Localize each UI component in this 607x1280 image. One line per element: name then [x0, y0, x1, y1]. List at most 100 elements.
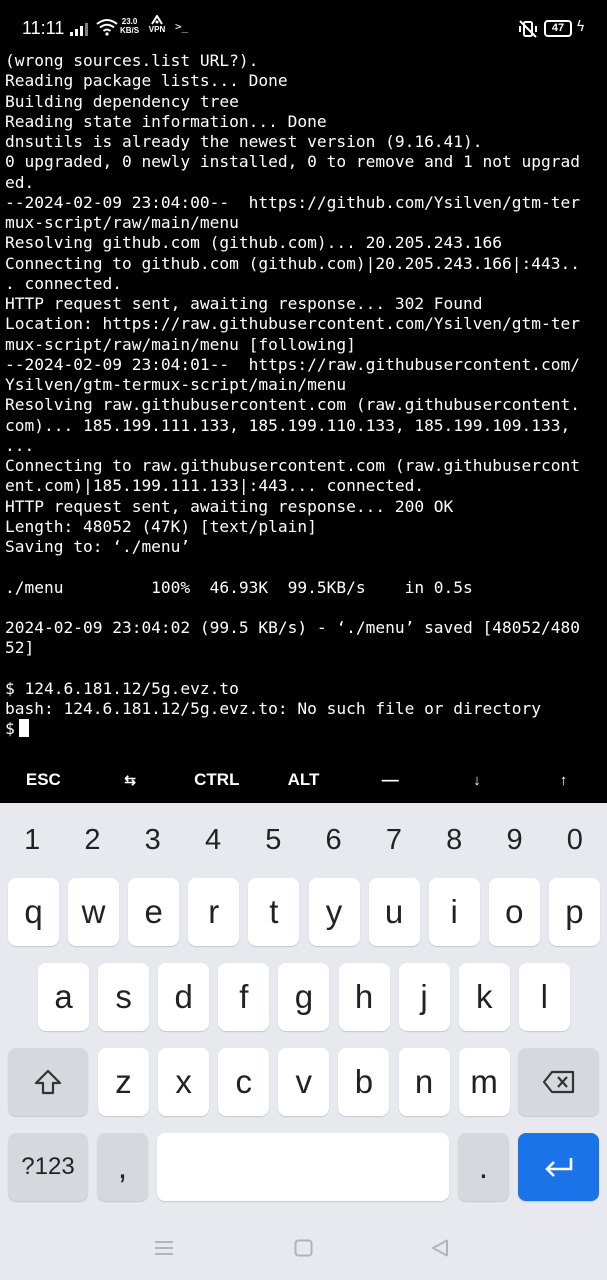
prompt-symbol: $	[5, 719, 15, 739]
letter-key[interactable]: z	[98, 1048, 149, 1116]
terminal-line: Connecting to github.com (github.com)|20…	[5, 253, 580, 273]
keyboard-row-1: qwertyuiop	[0, 878, 607, 946]
terminal-output[interactable]: (wrong sources.list URL?). Reading packag…	[5, 51, 605, 751]
letter-key[interactable]: n	[398, 1048, 450, 1116]
terminal-extra-keys: ESC ⇆ CTRL ALT — ↓ ↑	[0, 758, 607, 802]
status-bar: 11:11 23.0 KB/S VPN >_ 47 ϟ	[0, 0, 607, 56]
navigation-bar	[0, 1219, 607, 1280]
enter-icon	[544, 1158, 572, 1177]
speed-value: 23.0	[121, 17, 138, 26]
number-key[interactable]: 9	[485, 815, 545, 865]
number-key[interactable]: 6	[304, 815, 364, 865]
period-key[interactable]: .	[458, 1133, 509, 1201]
number-key[interactable]: 8	[424, 815, 484, 865]
network-speed: 23.0 KB/S	[120, 17, 139, 35]
number-key[interactable]: 3	[123, 815, 183, 865]
terminal-line: ed.	[5, 172, 35, 192]
terminal-line: dnsutils is already the newest version (…	[5, 132, 483, 151]
number-key[interactable]: 1	[2, 815, 62, 865]
wifi-icon	[96, 19, 118, 36]
letter-key[interactable]: c	[218, 1048, 270, 1116]
tab-key[interactable]: ⇆	[87, 758, 174, 802]
backspace-icon	[542, 1070, 574, 1094]
terminal-line: bash: 124.6.181.12/5g.evz.to: No such fi…	[5, 699, 542, 718]
terminal-line: --2024-02-09 23:04:01-- https://raw.gith…	[5, 354, 580, 374]
enter-key[interactable]	[518, 1133, 599, 1201]
terminal-line: Resolving github.com (github.com)... 20.…	[5, 233, 503, 253]
status-time: 11:11	[22, 18, 65, 38]
recent-apps-icon[interactable]	[154, 1239, 174, 1257]
letter-key[interactable]: h	[338, 963, 390, 1031]
letter-key[interactable]: e	[128, 878, 180, 946]
number-row: 1234567890	[0, 815, 607, 865]
esc-key[interactable]: ESC	[0, 758, 87, 802]
terminal-line: com)... 185.199.111.133, 185.199.110.133…	[5, 415, 571, 435]
terminal-line: ent.com)|185.199.111.133|:443... connect…	[5, 476, 425, 496]
letter-key[interactable]: f	[218, 963, 270, 1031]
terminal-line: HTTP request sent, awaiting response... …	[5, 294, 483, 313]
letter-key[interactable]: o	[488, 878, 540, 946]
terminal-line: Connecting to raw.githubusercontent.com …	[5, 456, 580, 475]
terminal-line: (wrong sources.list URL?).	[5, 51, 259, 70]
vpn-indicator: VPN	[147, 15, 167, 34]
soft-keyboard: 1234567890 qwertyuiop asdfghjkl zxcvbnm …	[0, 803, 607, 1219]
terminal-line: Location: https://raw.githubusercontent.…	[5, 314, 580, 334]
vibrate-mute-icon	[519, 20, 537, 38]
letter-key[interactable]: k	[458, 963, 510, 1031]
arrow-up-key[interactable]: ↑	[520, 758, 607, 802]
number-key[interactable]: 0	[545, 815, 605, 865]
letter-key[interactable]: m	[458, 1048, 510, 1116]
number-key[interactable]: 5	[243, 815, 303, 865]
letter-key[interactable]: u	[368, 878, 420, 946]
letter-key[interactable]: j	[398, 963, 450, 1031]
terminal-line: --2024-02-09 23:04:00-- https://github.c…	[5, 192, 580, 212]
terminal-line: HTTP request sent, awaiting response... …	[5, 496, 454, 516]
signal-icon	[70, 22, 88, 36]
terminal-line: Saving to: ‘./menu’	[5, 537, 191, 556]
letter-key[interactable]: y	[308, 878, 360, 946]
letter-key[interactable]: r	[188, 878, 240, 946]
symbols-key[interactable]: ?123	[8, 1133, 88, 1201]
terminal-line: mux-script/raw/main/menu [following]	[5, 334, 356, 354]
terminal-line: $ 124.6.181.12/5g.evz.to	[5, 678, 239, 698]
keyboard-row-3: zxcvbnm	[0, 1048, 607, 1116]
letter-key[interactable]: d	[158, 963, 210, 1031]
terminal-line: ...	[5, 435, 35, 455]
dash-key[interactable]: —	[347, 758, 434, 802]
number-key[interactable]: 7	[364, 815, 424, 865]
arrow-down-key[interactable]: ↓	[434, 758, 521, 802]
vpn-icon	[151, 15, 163, 25]
terminal-line: Reading package lists... Done	[5, 71, 288, 91]
alt-key[interactable]: ALT	[260, 758, 347, 802]
prompt-line[interactable]: $	[5, 719, 605, 739]
terminal-line: ./menu 100% 46.93K 99.5KB/s in 0.5s	[5, 577, 473, 597]
letter-key[interactable]: w	[68, 878, 120, 946]
letter-key[interactable]: i	[428, 878, 480, 946]
letter-key[interactable]: v	[278, 1048, 330, 1116]
terminal-line: Resolving raw.githubusercontent.com (raw…	[5, 395, 580, 415]
terminal-notification-icon: >_	[175, 20, 189, 33]
space-key[interactable]	[157, 1133, 449, 1201]
number-key[interactable]: 2	[62, 815, 122, 865]
terminal-line: Ysilven/gtm-termux-script/main/menu	[5, 375, 347, 394]
letter-key[interactable]: t	[248, 878, 300, 946]
ctrl-key[interactable]: CTRL	[173, 758, 260, 802]
battery-icon: 47	[544, 20, 572, 37]
letter-key[interactable]: s	[98, 963, 150, 1031]
letter-key[interactable]: b	[338, 1048, 390, 1116]
keyboard-row-2: asdfghjkl	[0, 963, 607, 1031]
charging-icon: ϟ	[576, 19, 586, 35]
back-icon[interactable]	[431, 1239, 449, 1257]
backspace-key[interactable]	[518, 1048, 599, 1116]
number-key[interactable]: 4	[183, 815, 243, 865]
letter-key[interactable]: p	[548, 878, 600, 946]
letter-key[interactable]: g	[278, 963, 330, 1031]
letter-key[interactable]: x	[158, 1048, 210, 1116]
letter-key[interactable]: l	[518, 963, 570, 1031]
letter-key[interactable]: a	[38, 963, 89, 1031]
home-icon[interactable]	[294, 1239, 313, 1257]
comma-key[interactable]: ,	[97, 1133, 148, 1201]
letter-key[interactable]: q	[8, 878, 59, 946]
